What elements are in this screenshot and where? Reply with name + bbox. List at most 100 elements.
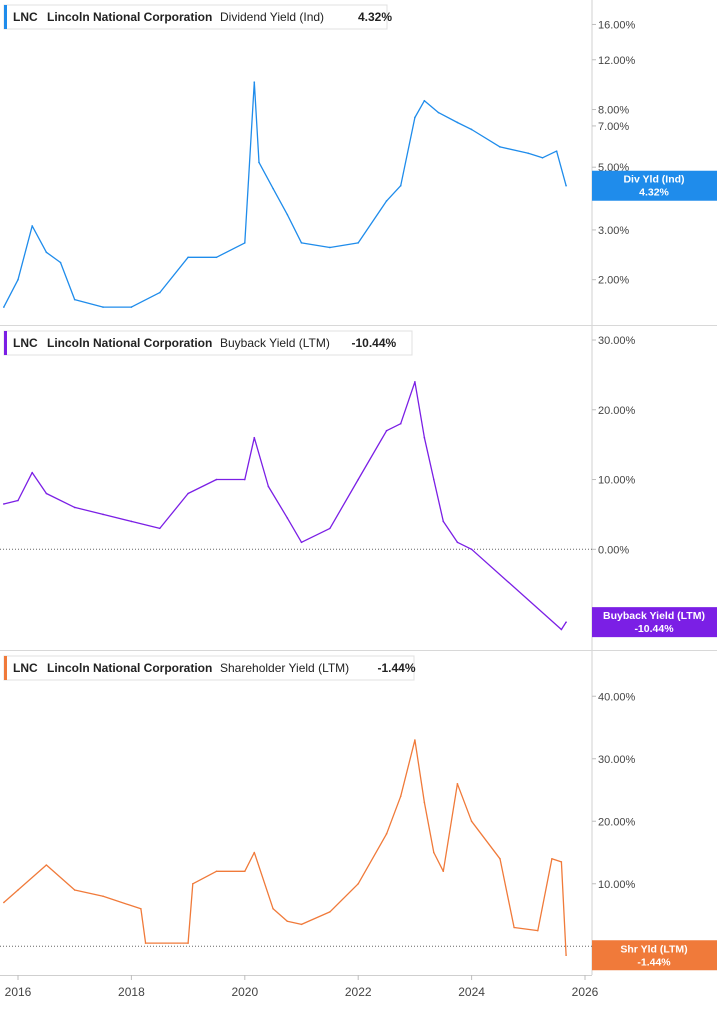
header-latest: -1.44% bbox=[378, 661, 416, 675]
header-company: Lincoln National Corporation bbox=[47, 336, 212, 350]
x-tick-label: 2024 bbox=[458, 985, 485, 999]
header-metric: Buyback Yield (LTM) bbox=[220, 336, 330, 350]
series-line bbox=[3, 739, 567, 956]
x-tick-label: 2022 bbox=[345, 985, 372, 999]
data-point bbox=[456, 782, 459, 785]
badge-value: -1.44% bbox=[637, 956, 671, 968]
data-point bbox=[158, 291, 161, 294]
badge-value: -10.44% bbox=[634, 623, 674, 635]
y-tick-label: 3.00% bbox=[598, 225, 629, 237]
data-point bbox=[414, 116, 416, 119]
data-point bbox=[399, 184, 402, 187]
y-tick-label: 30.00% bbox=[598, 754, 636, 766]
y-tick-label: 30.00% bbox=[598, 335, 636, 347]
data-point bbox=[527, 152, 530, 155]
data-point bbox=[17, 278, 19, 281]
data-point bbox=[442, 520, 445, 523]
data-point bbox=[215, 870, 218, 873]
data-point bbox=[102, 513, 104, 516]
data-point bbox=[272, 907, 274, 910]
badge-label: Div Yld (Ind) bbox=[623, 174, 684, 186]
data-point bbox=[560, 628, 563, 631]
data-point bbox=[456, 541, 459, 544]
chart-root: 2.00% 3.00% 5.00% 7.00% 8.00% 12.00% 16.00% LNC… bbox=[0, 0, 717, 1005]
data-point bbox=[31, 225, 33, 227]
header-accent bbox=[4, 5, 7, 29]
header-accent bbox=[4, 331, 7, 355]
y-tick-label: 2.00% bbox=[598, 275, 629, 287]
chart-canvas: 2.00%3.00%5.00%7.00%8.00%12.00%16.00%LNC… bbox=[0, 0, 717, 999]
data-point bbox=[555, 150, 558, 152]
y-tick-label: 7.00% bbox=[598, 121, 629, 133]
data-point bbox=[215, 256, 218, 259]
data-point bbox=[187, 942, 189, 944]
data-point bbox=[73, 889, 76, 891]
data-point bbox=[31, 471, 33, 474]
data-point bbox=[565, 954, 567, 957]
header-ticker: LNC bbox=[13, 10, 38, 24]
data-point bbox=[253, 851, 256, 854]
data-point bbox=[470, 128, 473, 131]
y-tick-label: 8.00% bbox=[598, 105, 629, 117]
data-point bbox=[470, 548, 473, 551]
data-point bbox=[541, 156, 544, 159]
header-company: Lincoln National Corporation bbox=[47, 10, 212, 24]
data-point bbox=[300, 541, 303, 544]
data-point bbox=[423, 436, 426, 439]
data-point bbox=[102, 306, 104, 308]
data-point bbox=[258, 161, 260, 164]
data-point bbox=[267, 485, 270, 488]
data-point bbox=[286, 920, 289, 923]
data-point bbox=[399, 795, 402, 798]
header-ticker: LNC bbox=[13, 661, 38, 675]
x-tick-label: 2018 bbox=[118, 985, 145, 999]
data-point bbox=[59, 261, 62, 264]
series-line bbox=[3, 81, 567, 308]
data-point bbox=[45, 251, 48, 254]
y-tick-label: 20.00% bbox=[598, 405, 636, 417]
data-point bbox=[499, 146, 501, 148]
data-point bbox=[329, 911, 331, 913]
data-point bbox=[357, 478, 360, 481]
data-point bbox=[300, 242, 303, 244]
data-point bbox=[253, 81, 256, 83]
data-point bbox=[45, 864, 48, 866]
x-tick-label: 2020 bbox=[231, 985, 258, 999]
data-point bbox=[253, 436, 256, 439]
data-point bbox=[144, 942, 147, 944]
data-point bbox=[130, 306, 133, 308]
data-point bbox=[329, 246, 331, 249]
data-point bbox=[244, 478, 246, 481]
data-point bbox=[17, 499, 19, 502]
data-point bbox=[414, 739, 416, 741]
data-point bbox=[456, 121, 459, 124]
data-point bbox=[73, 298, 76, 301]
data-point bbox=[192, 882, 194, 885]
data-point bbox=[73, 506, 76, 509]
badge-label: Shr Yld (LTM) bbox=[620, 943, 687, 955]
data-point bbox=[442, 870, 445, 873]
header-metric: Shareholder Yield (LTM) bbox=[220, 661, 349, 675]
data-point bbox=[102, 895, 104, 898]
data-point bbox=[3, 306, 5, 308]
data-point bbox=[329, 527, 331, 530]
data-point bbox=[470, 820, 473, 823]
data-point bbox=[513, 926, 515, 929]
badge-label: Buyback Yield (LTM) bbox=[603, 610, 705, 622]
data-point bbox=[17, 889, 19, 891]
data-point bbox=[433, 851, 435, 854]
data-point bbox=[244, 242, 246, 244]
data-point bbox=[158, 527, 161, 530]
data-point bbox=[357, 882, 360, 885]
data-point bbox=[286, 213, 289, 216]
y-tick-label: 16.00% bbox=[598, 19, 636, 31]
data-point bbox=[272, 187, 274, 190]
data-point bbox=[433, 478, 435, 481]
data-point bbox=[560, 861, 563, 863]
data-point bbox=[215, 478, 218, 481]
data-point bbox=[187, 256, 189, 259]
data-point bbox=[399, 422, 402, 425]
data-point bbox=[300, 923, 303, 926]
data-point bbox=[565, 621, 567, 623]
header-latest: 4.32% bbox=[358, 10, 392, 24]
